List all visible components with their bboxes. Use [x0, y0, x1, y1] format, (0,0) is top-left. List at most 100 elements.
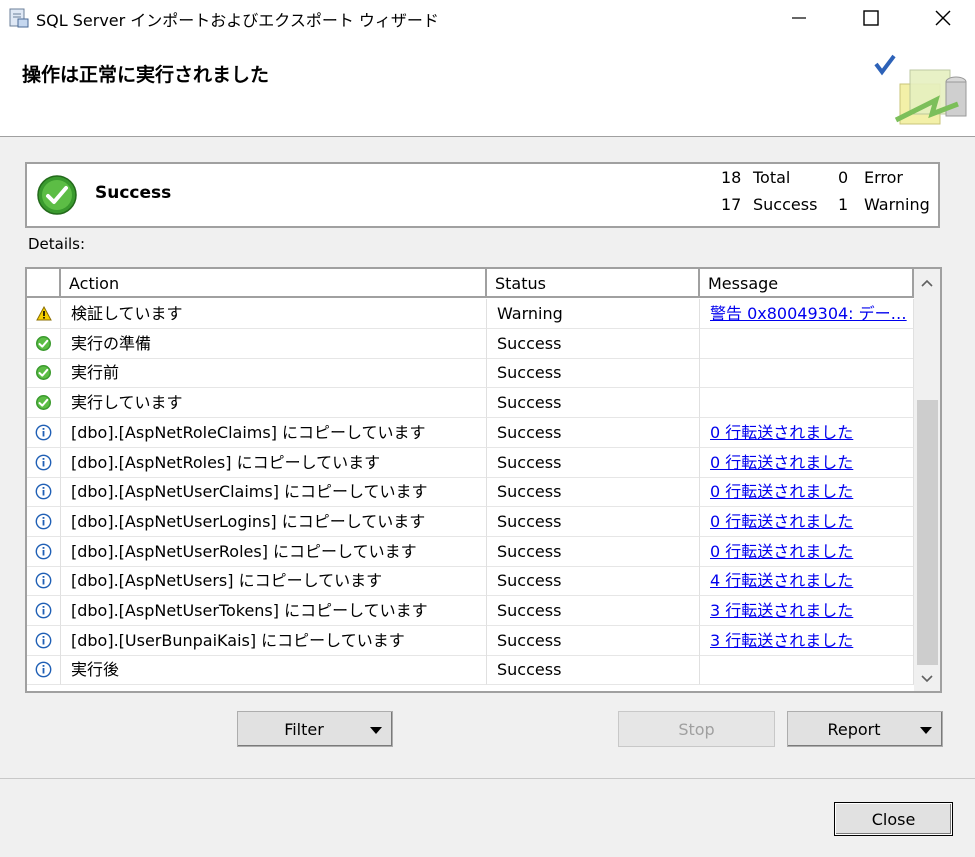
action-cell: 実行前 [61, 358, 487, 389]
row-icon-cell [27, 566, 61, 597]
status-cell: Success [487, 655, 700, 686]
table-row[interactable]: 実行後 Success [27, 655, 914, 686]
row-icon-cell [27, 358, 61, 389]
warning-count: 1 [838, 195, 849, 214]
row-icon-cell [27, 506, 61, 537]
total-label: Total [753, 168, 791, 187]
action-cell: [dbo].[AspNetUserRoles] にコピーしています [61, 536, 487, 567]
success-check-icon [37, 175, 77, 215]
action-cell: 実行しています [61, 388, 487, 419]
status-cell: Success [487, 625, 700, 656]
status-cell: Success [487, 566, 700, 597]
row-icon-cell [27, 388, 61, 419]
table-row[interactable]: [dbo].[UserBunpaiKais] にコピーしています Success 3… [27, 625, 914, 656]
message-cell [700, 388, 914, 419]
action-cell: [dbo].[AspNetUserTokens] にコピーしています [61, 596, 487, 626]
minimize-button[interactable] [770, 0, 828, 36]
message-link[interactable]: 0 行転送されました [700, 447, 914, 478]
filter-button[interactable]: Filter [237, 711, 393, 747]
success-icon [35, 394, 52, 411]
row-icon-cell [27, 299, 61, 329]
page-title: 操作は正常に実行されました [22, 64, 270, 86]
status-cell: Success [487, 417, 700, 448]
status-cell: Success [487, 328, 700, 359]
minimize-icon [792, 17, 806, 19]
status-cell: Success [487, 447, 700, 478]
scrollbar-thumb[interactable] [917, 400, 938, 665]
message-link[interactable]: 3 行転送されました [700, 625, 914, 656]
info-icon [35, 454, 52, 471]
message-cell [700, 655, 914, 686]
message-link[interactable]: 3 行転送されました [700, 596, 914, 626]
message-link[interactable]: 0 行転送されました [700, 506, 914, 537]
info-icon [35, 572, 52, 589]
app-icon [9, 8, 29, 28]
message-link[interactable]: 4 行転送されました [700, 566, 914, 597]
action-cell: [dbo].[AspNetUsers] にコピーしています [61, 566, 487, 597]
status-cell: Success [487, 596, 700, 626]
filter-button-label: Filter [284, 719, 324, 739]
report-button-label: Report [827, 719, 881, 739]
action-cell: [dbo].[AspNetRoleClaims] にコピーしています [61, 417, 487, 448]
maximize-icon [863, 10, 879, 26]
row-icon-cell [27, 417, 61, 448]
summary-status: Success [95, 183, 172, 203]
success-count: 17 [721, 195, 742, 214]
message-link[interactable]: 0 行転送されました [700, 417, 914, 448]
row-icon-cell [27, 655, 61, 686]
table-row[interactable]: 実行前 Success [27, 358, 914, 389]
info-icon [35, 661, 52, 678]
info-icon [35, 483, 52, 500]
scroll-up-icon[interactable] [921, 279, 933, 287]
action-cell: [dbo].[UserBunpaiKais] にコピーしています [61, 625, 487, 656]
close-window-button[interactable] [914, 0, 972, 36]
row-icon-cell [27, 477, 61, 508]
message-link[interactable]: 警告 0x80049304: デー… [700, 299, 914, 329]
table-row[interactable]: 実行しています Success [27, 388, 914, 419]
table-row[interactable]: 実行の準備 Success [27, 328, 914, 359]
row-icon-cell [27, 596, 61, 626]
error-count: 0 [838, 168, 849, 187]
message-link[interactable]: 0 行転送されました [700, 536, 914, 567]
column-header-status[interactable]: Status [487, 269, 700, 298]
stop-button[interactable]: Stop [618, 711, 775, 747]
info-icon [35, 424, 52, 441]
action-cell: [dbo].[AspNetUserClaims] にコピーしています [61, 477, 487, 508]
scroll-down-icon[interactable] [921, 675, 933, 683]
action-cell: [dbo].[AspNetRoles] にコピーしています [61, 447, 487, 478]
table-row[interactable]: [dbo].[AspNetUserRoles] にコピーしています Success… [27, 536, 914, 567]
table-row[interactable]: [dbo].[AspNetUserTokens] にコピーしています Succes… [27, 596, 914, 626]
report-button[interactable]: Report [787, 711, 943, 747]
info-icon [35, 513, 52, 530]
table-row[interactable]: [dbo].[AspNetUserClaims] にコピーしています Succes… [27, 477, 914, 508]
table-row[interactable]: [dbo].[AspNetRoles] にコピーしています Success 0 行転… [27, 447, 914, 478]
message-link[interactable]: 0 行転送されました [700, 477, 914, 508]
table-row[interactable]: 検証しています Warning 警告 0x80049304: デー… [27, 299, 914, 329]
success-icon [35, 364, 52, 381]
details-label: Details: [28, 235, 86, 253]
column-header-message[interactable]: Message [700, 269, 914, 298]
action-cell: 実行の準備 [61, 328, 487, 359]
dropdown-arrow-icon [370, 727, 382, 734]
status-cell: Success [487, 388, 700, 419]
maximize-button[interactable] [842, 0, 900, 36]
grid-header: Action Status Message [27, 269, 914, 299]
row-icon-cell [27, 536, 61, 567]
info-icon [35, 543, 52, 560]
table-row[interactable]: [dbo].[AspNetRoleClaims] にコピーしています Succes… [27, 417, 914, 448]
table-row[interactable]: [dbo].[AspNetUserLogins] にコピーしています Succes… [27, 506, 914, 537]
close-button[interactable]: Close [834, 802, 953, 836]
wizard-banner-icon [874, 54, 967, 125]
action-cell: 実行後 [61, 655, 487, 686]
table-row[interactable]: [dbo].[AspNetUsers] にコピーしています Success 4 行転… [27, 566, 914, 597]
column-header-action[interactable]: Action [61, 269, 487, 298]
column-header-icon[interactable] [27, 269, 61, 298]
status-cell: Success [487, 506, 700, 537]
window-title: SQL Server インポートおよびエクスポート ウィザード [36, 11, 439, 30]
message-cell [700, 328, 914, 359]
dropdown-arrow-icon [920, 727, 932, 734]
status-cell: Success [487, 477, 700, 508]
success-label: Success [753, 195, 818, 214]
info-icon [35, 602, 52, 619]
stop-button-label: Stop [678, 719, 715, 739]
